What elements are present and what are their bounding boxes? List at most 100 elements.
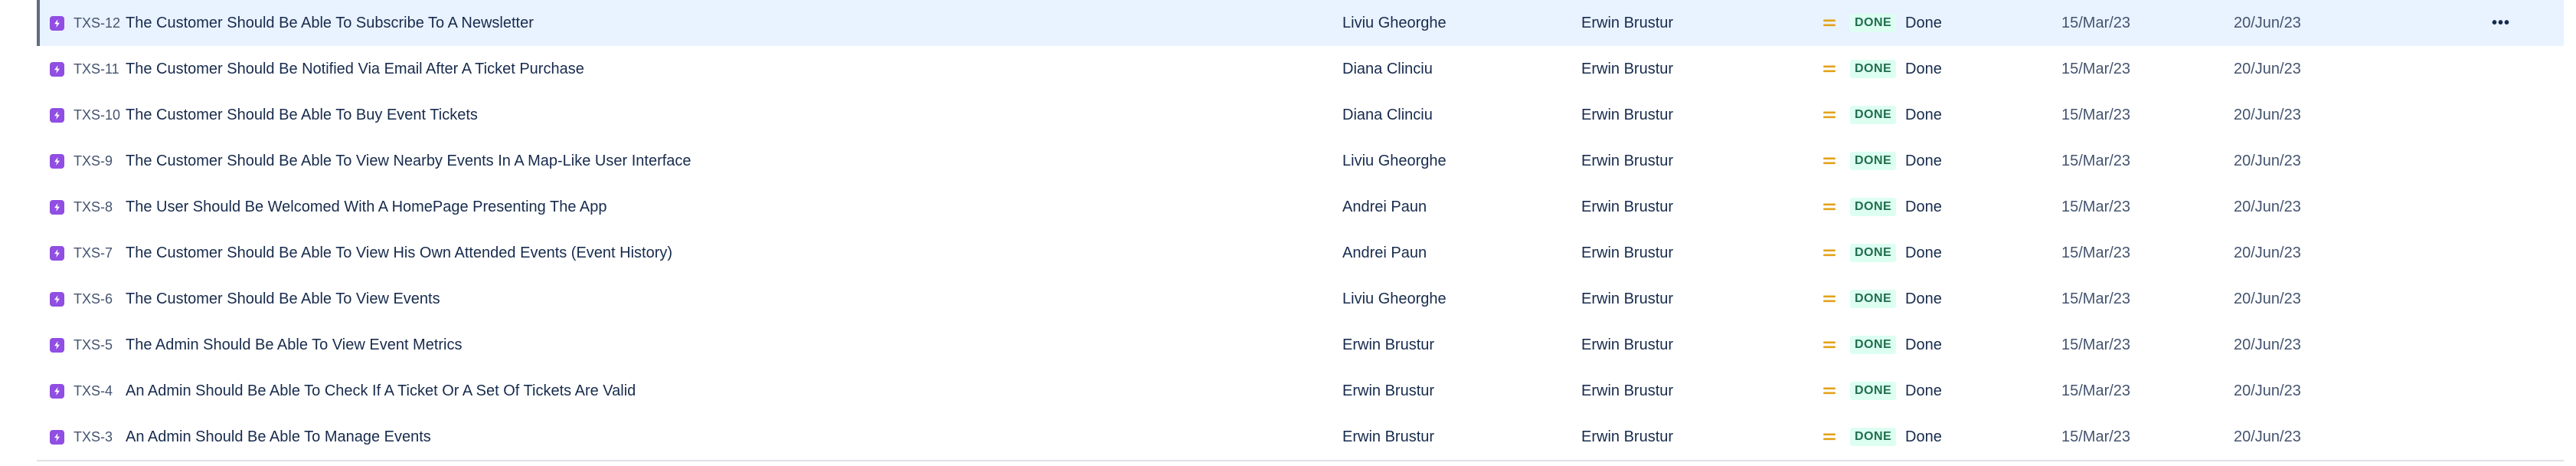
- status-badge[interactable]: DONE: [1850, 184, 1897, 230]
- table-bottom-border: [37, 460, 2564, 461]
- priority-medium-icon: [1821, 138, 1838, 184]
- issue-assignee: Andrei Paun: [1342, 244, 1427, 261]
- table-row[interactable]: TXS-9 The Customer Should Be Able To Vie…: [37, 138, 2564, 184]
- status-badge[interactable]: DONE: [1850, 276, 1897, 322]
- issue-reporter: Erwin Brustur: [1581, 14, 1674, 31]
- issue-key[interactable]: TXS-8: [74, 184, 113, 230]
- issue-reporter: Erwin Brustur: [1581, 290, 1674, 307]
- issue-type-cell: [49, 92, 64, 138]
- status-lozenge: DONE: [1850, 244, 1897, 262]
- issue-created-date: 15/Mar/23: [2061, 382, 2131, 399]
- issue-summary[interactable]: The Customer Should Be Able To Buy Event…: [126, 92, 478, 138]
- issue-key[interactable]: TXS-7: [74, 230, 113, 276]
- issue-key[interactable]: TXS-6: [74, 276, 113, 322]
- issue-reporter: Erwin Brustur: [1581, 244, 1674, 261]
- story-icon: [49, 153, 64, 169]
- table-row[interactable]: TXS-10 The Customer Should Be Able To Bu…: [37, 92, 2564, 138]
- priority-medium-icon: [1821, 92, 1838, 138]
- priority-medium-icon: [1821, 184, 1838, 230]
- issue-reporter: Erwin Brustur: [1581, 60, 1674, 77]
- issue-type-cell: [49, 46, 64, 92]
- issue-key[interactable]: TXS-12: [74, 0, 120, 46]
- issue-type-cell: [49, 184, 64, 230]
- status-lozenge: DONE: [1850, 382, 1897, 400]
- status-lozenge: DONE: [1850, 336, 1897, 354]
- story-icon: [49, 291, 64, 307]
- issue-summary[interactable]: The User Should Be Welcomed With A HomeP…: [126, 184, 607, 230]
- issue-updated-date: 20/Jun/23: [2234, 244, 2301, 261]
- table-row[interactable]: TXS-4 An Admin Should Be Able To Check I…: [37, 368, 2564, 414]
- issue-summary[interactable]: The Customer Should Be Able To View His …: [126, 230, 672, 276]
- table-row[interactable]: TXS-7 The Customer Should Be Able To Vie…: [37, 230, 2564, 276]
- issues-table: TXS-12 The Customer Should Be Able To Su…: [37, 0, 2564, 461]
- issue-created-date: 15/Mar/23: [2061, 152, 2131, 169]
- issue-updated-date: 20/Jun/23: [2234, 152, 2301, 169]
- issue-resolution: Done: [1905, 106, 1942, 123]
- issue-summary[interactable]: The Admin Should Be Able To View Event M…: [126, 322, 463, 368]
- issue-key[interactable]: TXS-9: [74, 138, 113, 184]
- issue-key[interactable]: TXS-4: [74, 368, 113, 414]
- issue-resolution: Done: [1905, 290, 1942, 307]
- priority-medium-icon: [1821, 0, 1838, 46]
- issue-type-cell: [49, 322, 64, 368]
- issue-summary[interactable]: The Customer Should Be Able To View Even…: [126, 276, 440, 322]
- issue-assignee: Erwin Brustur: [1342, 336, 1435, 353]
- priority-medium-icon: [1821, 46, 1838, 92]
- story-icon: [49, 337, 64, 353]
- issue-assignee: Erwin Brustur: [1342, 428, 1435, 445]
- issue-resolution: Done: [1905, 244, 1942, 261]
- issue-key[interactable]: TXS-10: [74, 92, 120, 138]
- issue-resolution: Done: [1905, 382, 1942, 399]
- status-badge[interactable]: DONE: [1850, 138, 1897, 184]
- issue-assignee: Andrei Paun: [1342, 198, 1427, 215]
- issue-updated-date: 20/Jun/23: [2234, 290, 2301, 307]
- table-row[interactable]: TXS-3 An Admin Should Be Able To Manage …: [37, 414, 2564, 460]
- table-row[interactable]: TXS-6 The Customer Should Be Able To Vie…: [37, 276, 2564, 322]
- priority-medium-icon: [1821, 276, 1838, 322]
- table-row[interactable]: TXS-5 The Admin Should Be Able To View E…: [37, 322, 2564, 368]
- issue-assignee: Liviu Gheorghe: [1342, 290, 1447, 307]
- issue-created-date: 15/Mar/23: [2061, 336, 2131, 353]
- status-badge[interactable]: DONE: [1850, 230, 1897, 276]
- issue-created-date: 15/Mar/23: [2061, 290, 2131, 307]
- issue-created-date: 15/Mar/23: [2061, 244, 2131, 261]
- status-badge[interactable]: DONE: [1850, 322, 1897, 368]
- issue-summary[interactable]: An Admin Should Be Able To Manage Events: [126, 414, 431, 460]
- issue-key[interactable]: TXS-3: [74, 414, 113, 460]
- issue-type-cell: [49, 276, 64, 322]
- issue-type-cell: [49, 138, 64, 184]
- issue-created-date: 15/Mar/23: [2061, 106, 2131, 123]
- status-lozenge: DONE: [1850, 60, 1897, 78]
- issue-reporter: Erwin Brustur: [1581, 106, 1674, 123]
- issue-key[interactable]: TXS-11: [74, 46, 119, 92]
- issue-reporter: Erwin Brustur: [1581, 428, 1674, 445]
- issue-updated-date: 20/Jun/23: [2234, 336, 2301, 353]
- table-row[interactable]: TXS-8 The User Should Be Welcomed With A…: [37, 184, 2564, 230]
- more-actions-button[interactable]: •••: [2487, 0, 2515, 46]
- story-icon: [49, 429, 64, 445]
- issue-summary[interactable]: The Customer Should Be Able To Subscribe…: [126, 0, 534, 46]
- status-badge[interactable]: DONE: [1850, 414, 1897, 460]
- status-lozenge: DONE: [1850, 198, 1897, 216]
- issue-updated-date: 20/Jun/23: [2234, 106, 2301, 123]
- story-icon: [49, 199, 64, 215]
- issue-summary[interactable]: The Customer Should Be Able To View Near…: [126, 138, 691, 184]
- issue-summary[interactable]: An Admin Should Be Able To Check If A Ti…: [126, 368, 636, 414]
- table-row[interactable]: TXS-11 The Customer Should Be Notified V…: [37, 46, 2564, 92]
- issue-assignee: Diana Clinciu: [1342, 60, 1433, 77]
- issue-summary[interactable]: The Customer Should Be Notified Via Emai…: [126, 46, 584, 92]
- table-row[interactable]: TXS-12 The Customer Should Be Able To Su…: [37, 0, 2564, 46]
- status-badge[interactable]: DONE: [1850, 92, 1897, 138]
- priority-medium-icon: [1821, 322, 1838, 368]
- issue-key[interactable]: TXS-5: [74, 322, 113, 368]
- issue-created-date: 15/Mar/23: [2061, 198, 2131, 215]
- status-badge[interactable]: DONE: [1850, 0, 1897, 46]
- story-icon: [49, 383, 64, 399]
- issue-resolution: Done: [1905, 336, 1942, 353]
- issue-updated-date: 20/Jun/23: [2234, 428, 2301, 445]
- priority-medium-icon: [1821, 414, 1838, 460]
- status-badge[interactable]: DONE: [1850, 368, 1897, 414]
- status-badge[interactable]: DONE: [1850, 46, 1897, 92]
- priority-medium-icon: [1821, 230, 1838, 276]
- issue-assignee: Liviu Gheorghe: [1342, 14, 1447, 31]
